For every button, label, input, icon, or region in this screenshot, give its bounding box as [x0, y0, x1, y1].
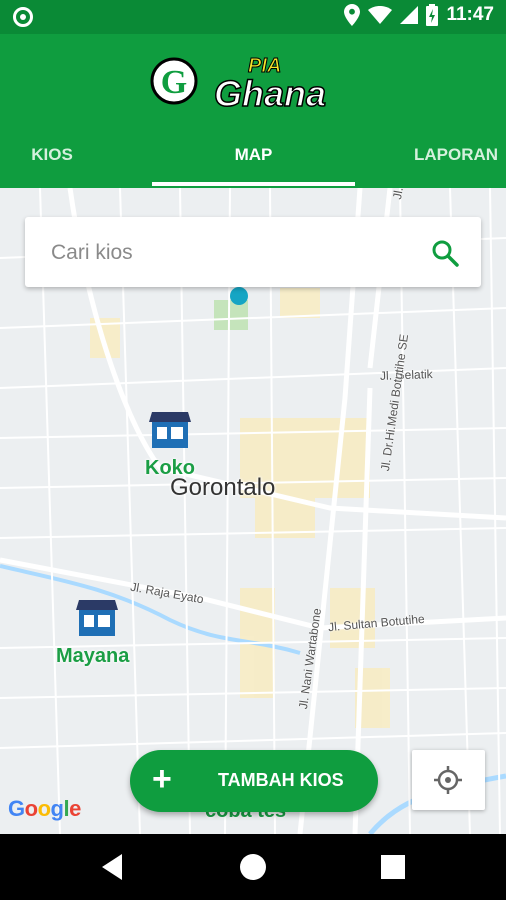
tab-map[interactable]: MAP: [152, 130, 355, 188]
search-icon[interactable]: [431, 239, 459, 267]
kios-marker-koko[interactable]: [149, 410, 191, 455]
tab-indicator: [152, 182, 355, 186]
my-location-button[interactable]: [412, 750, 485, 810]
kios-marker-label: Koko: [145, 457, 195, 479]
clock: 11:47: [446, 4, 494, 25]
back-icon[interactable]: [96, 850, 130, 884]
tab-bar: KIOS MAP LAPORAN: [0, 130, 506, 188]
google-attribution: Google: [8, 796, 81, 821]
battery-charging-icon: [426, 4, 439, 26]
logo-superscript: PIA: [248, 55, 281, 77]
store-icon: [76, 600, 118, 636]
home-icon[interactable]: [236, 850, 270, 884]
status-icons: 11:47: [344, 4, 494, 26]
signal-icon: [400, 6, 419, 24]
tab-kios[interactable]: KIOS: [0, 130, 104, 188]
wifi-icon: [368, 6, 393, 24]
add-kios-button[interactable]: + TAMBAH KIOS: [130, 750, 378, 812]
app-logo: G Ghana PIA: [150, 48, 360, 115]
search-input[interactable]: [49, 235, 413, 271]
status-bar: 11:47: [0, 0, 506, 34]
recents-icon[interactable]: [376, 850, 410, 884]
crosshair-icon: [434, 766, 462, 794]
kios-marker-label: Mayana: [56, 645, 130, 667]
system-nav-bar: [0, 834, 506, 900]
location-icon: [344, 4, 361, 26]
street-label: Jl. Gelatik: [379, 367, 433, 383]
logo-letter: G: [161, 64, 187, 101]
kios-marker-mayana[interactable]: [76, 598, 118, 643]
notification-icon: [13, 7, 33, 27]
add-kios-label: TAMBAH KIOS: [218, 770, 344, 790]
app-bar: G Ghana PIA KIOS MAP LAPORAN: [0, 34, 506, 188]
tab-laporan[interactable]: LAPORAN: [400, 130, 506, 188]
store-icon: [149, 412, 191, 448]
search-bar: [25, 217, 481, 287]
plus-icon: +: [152, 760, 172, 798]
logo-text: Ghana: [214, 73, 326, 110]
